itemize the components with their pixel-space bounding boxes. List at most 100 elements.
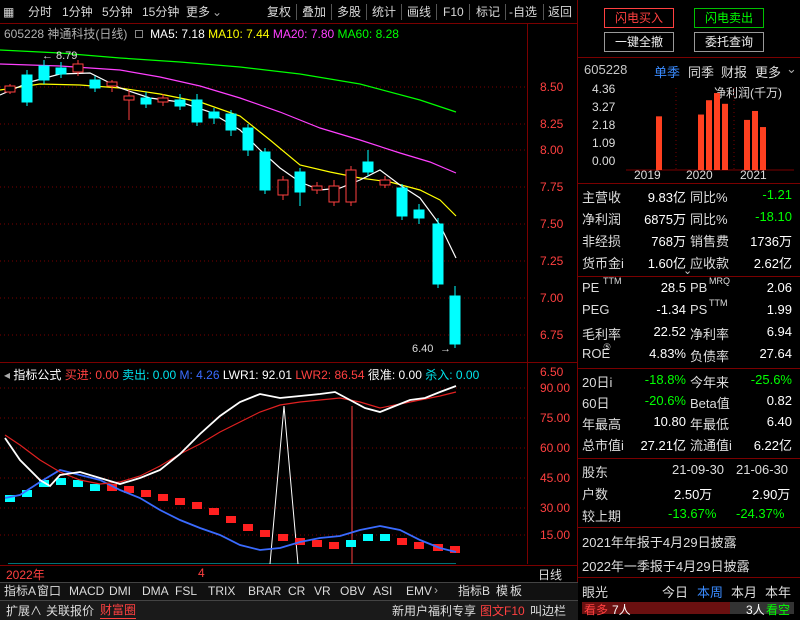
index-tab-9[interactable]: VR bbox=[314, 584, 331, 598]
indicator-chart[interactable] bbox=[0, 380, 527, 564]
fortune-circle-tab[interactable]: 财富圈 bbox=[100, 601, 137, 619]
main-y-tick: 7.75 bbox=[540, 180, 564, 194]
draw-line-button[interactable]: 画线 bbox=[407, 3, 431, 21]
indicator-histogram-bar bbox=[209, 508, 219, 515]
index-tab-5[interactable]: FSL bbox=[175, 584, 197, 598]
related-quote-button[interactable]: 关联报价 bbox=[46, 602, 94, 619]
perf-value-2: 0.82 bbox=[766, 393, 792, 408]
tab-5min[interactable]: 5分钟 bbox=[102, 3, 133, 21]
scroll-right-icon[interactable]: › bbox=[434, 583, 438, 597]
bar-year-0: 2019 bbox=[634, 168, 661, 182]
index-tab-8[interactable]: CR bbox=[288, 584, 305, 598]
indicator-histogram-bar bbox=[363, 534, 373, 541]
tab-fenshi[interactable]: 分时 bbox=[28, 3, 52, 21]
tab-more[interactable]: 更多 bbox=[186, 3, 210, 21]
tab-1min[interactable]: 1分钟 bbox=[62, 3, 93, 21]
fin-value: 768万 bbox=[651, 234, 686, 249]
index-tab-2[interactable]: MACD bbox=[69, 584, 104, 598]
holders-change-2: -24.37% bbox=[736, 506, 785, 521]
tab-same-quarter[interactable]: 同季 bbox=[688, 62, 714, 81]
indicator-histogram-bar bbox=[243, 524, 253, 531]
back-button[interactable]: 返回 bbox=[548, 3, 572, 21]
index-tab-10[interactable]: OBV bbox=[340, 584, 365, 598]
flash-buy-button[interactable]: 闪电买入 bbox=[604, 8, 674, 28]
candle-body bbox=[89, 79, 101, 89]
f10-button[interactable]: F10 bbox=[443, 3, 464, 21]
ma-toggle-icon[interactable] bbox=[134, 30, 143, 38]
bar-y-tick: 0.00 bbox=[592, 154, 616, 168]
stock-code: 605228 bbox=[584, 62, 628, 77]
report-note-2: 2022年一季报于4月29日披露 bbox=[582, 559, 750, 574]
candle-body bbox=[123, 95, 135, 101]
tab-this-year[interactable]: 本年 bbox=[765, 582, 791, 601]
tab-quarter[interactable]: 单季 bbox=[654, 62, 680, 81]
tab-report[interactable]: 财报 bbox=[721, 62, 747, 81]
indicator-histogram-bar bbox=[329, 542, 339, 549]
val-label-sup: TTM bbox=[603, 276, 622, 286]
tab-15min[interactable]: 15分钟 bbox=[142, 3, 179, 21]
tab-this-week[interactable]: 本周 bbox=[697, 582, 723, 601]
tab-more-fin[interactable]: 更多 bbox=[755, 62, 781, 81]
index-tab-12[interactable]: EMV bbox=[406, 584, 432, 598]
expand-button[interactable]: 扩展∧ bbox=[6, 602, 42, 619]
f10-text-button[interactable]: 图文F10 bbox=[480, 602, 525, 619]
bar-y-tick: 4.36 bbox=[592, 82, 616, 96]
index-tab-3[interactable]: DMI bbox=[109, 584, 131, 598]
perf-label: 20日i bbox=[582, 375, 613, 390]
main-y-tick: 7.00 bbox=[540, 291, 564, 305]
index-tab-0[interactable]: 指标A bbox=[4, 584, 36, 598]
order-query-button[interactable]: 委托查询 bbox=[694, 32, 764, 52]
index-tab-7[interactable]: BRAR bbox=[248, 584, 281, 598]
chevron-down-icon[interactable]: ⌄ bbox=[212, 3, 222, 21]
tab-today[interactable]: 今日 bbox=[662, 582, 688, 601]
toolbar-icon-grid[interactable]: ▦ bbox=[3, 3, 14, 21]
candle-body bbox=[225, 113, 237, 131]
candle-body bbox=[413, 209, 425, 219]
indicator-histogram-bar bbox=[397, 538, 407, 545]
cancel-all-button[interactable]: 一键全撤 bbox=[604, 32, 674, 52]
profit-bar bbox=[706, 100, 712, 170]
stats-button[interactable]: 统计 bbox=[372, 3, 396, 21]
fin-value: 9.83亿 bbox=[647, 190, 686, 205]
lwr1-line bbox=[4, 385, 457, 488]
overlay-button[interactable]: 叠加 bbox=[302, 3, 326, 21]
promo-link[interactable]: 新用户福利专享 bbox=[392, 602, 476, 619]
perf-label-2: 流通值i bbox=[690, 438, 732, 453]
index-tab-1[interactable]: 窗口 bbox=[37, 584, 61, 598]
profit-bar bbox=[722, 103, 728, 170]
candle-body bbox=[4, 85, 16, 93]
val-label-2: 净利率 bbox=[690, 327, 730, 342]
flash-sell-button[interactable]: 闪电卖出 bbox=[694, 8, 764, 28]
bar-y-tick: 3.27 bbox=[592, 100, 616, 114]
candlestick-chart[interactable]: ← 8.79 6.40 → bbox=[0, 40, 527, 362]
index-tab-6[interactable]: TRIX bbox=[208, 584, 235, 598]
profit-bar bbox=[760, 127, 766, 170]
ma5-value: MA5: 7.18 bbox=[150, 27, 205, 41]
tab-this-month[interactable]: 本月 bbox=[731, 582, 757, 601]
index-tab-right-2[interactable]: 板 bbox=[510, 584, 522, 598]
index-tab-4[interactable]: DMA bbox=[142, 584, 169, 598]
candle-body bbox=[157, 97, 169, 103]
ma10-value: MA10: 7.44 bbox=[208, 27, 270, 41]
perf-value: -18.8% bbox=[644, 372, 686, 387]
net-profit-bar-chart[interactable] bbox=[626, 88, 796, 172]
val-label-2: 负债率 bbox=[690, 349, 730, 364]
low-price-label: 6.40 bbox=[412, 343, 433, 355]
multi-stock-button[interactable]: 多股 bbox=[337, 3, 361, 21]
index-tab-right-1[interactable]: 模 bbox=[496, 584, 508, 598]
indicator-histogram-bar bbox=[260, 530, 270, 537]
mark-button[interactable]: 标记 bbox=[476, 3, 500, 21]
val-value-2: 1.99 bbox=[766, 302, 792, 317]
watchlist-button[interactable]: -自选 bbox=[509, 3, 537, 21]
chevron-down-icon[interactable]: ⌄ bbox=[786, 61, 797, 77]
index-tab-11[interactable]: ASI bbox=[373, 584, 392, 598]
fuquan-button[interactable]: 复权 bbox=[267, 3, 291, 21]
perf-label: 总市值i bbox=[582, 438, 624, 453]
profit-bar bbox=[714, 93, 720, 170]
index-tab-right-0[interactable]: 指标B bbox=[458, 584, 490, 598]
holders-title: 股东 bbox=[582, 465, 609, 480]
holders-count-1: 2.50万 bbox=[674, 487, 713, 502]
fin-label-2: 同比% bbox=[690, 212, 728, 227]
val-label-2-sup: MRQ bbox=[709, 276, 730, 286]
sidebar-toggle-button[interactable]: 叫边栏 bbox=[530, 602, 566, 619]
